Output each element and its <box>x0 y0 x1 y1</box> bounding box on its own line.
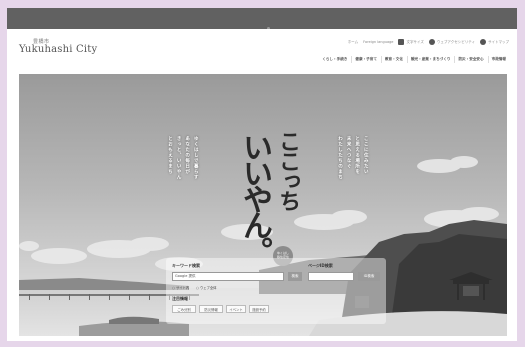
utility-links: ホーム Foreign language 文字サイズ ウェブアクセシビリティ サ… <box>348 39 509 45</box>
hero-copy-left: ゆくはしで暮らす あなたの毎日が きっと、いいやん とおもえるまち <box>165 136 199 206</box>
nav-item-education[interactable]: 教育・文化 <box>380 56 406 63</box>
radio-web-search[interactable]: ○ ウェブ全体 <box>196 285 216 290</box>
accessibility-icon <box>398 39 405 45</box>
search-panel: キーワード検索 Google 提供 検索 ページID検索 ID検索 ○ サイト内… <box>166 258 386 324</box>
keyword-search-input[interactable]: Google 提供 <box>172 272 284 281</box>
utility-link-foreign[interactable]: Foreign language <box>363 40 393 44</box>
utility-link-home[interactable]: ホーム <box>348 40 358 45</box>
global-nav: くらし・手続き 健康・子育て 教育・文化 観光・産業・まちづくり 防災・安全安心… <box>319 56 509 63</box>
page-id-search-label: ページID検索 <box>308 263 333 268</box>
utility-accessibility[interactable]: ウェブアクセシビリティ <box>428 39 475 45</box>
page-id-search-button[interactable]: ID検索 <box>358 272 380 281</box>
catch-line-1: ここっち <box>275 130 301 210</box>
hero-copy-right-line: ここに住みたい <box>363 136 369 175</box>
hero-copy-left-line: とおもえるまち <box>167 136 173 175</box>
hero-copy-right-line: わたしたちのまち <box>337 136 343 180</box>
page-id-input[interactable] <box>308 272 354 281</box>
popular-tag[interactable]: 施設予約 <box>249 305 269 313</box>
hero-copy-left-line: あなたの毎日が <box>184 136 190 175</box>
hero-copy-right: ここに住みたい と思える場所を 未来へつなぐ わたしたちのまち <box>335 136 369 206</box>
popular-info-label: 注目情報 <box>172 296 188 301</box>
catch-line-2: いいやん。 <box>237 132 272 262</box>
nav-item-health[interactable]: 健康・子育て <box>351 56 380 63</box>
hero-image: ゆくはしで暮らす あなたの毎日が きっと、いいやん とおもえるまち ここっち い… <box>19 74 507 336</box>
radio-web-label: ウェブ全体 <box>199 286 217 290</box>
hero-copy-left-line: ゆくはしで暮らす <box>193 136 199 180</box>
utility-sitemap[interactable]: サイトマップ <box>480 39 509 45</box>
keyword-search-label: キーワード検索 <box>172 263 200 268</box>
logo-english: Yukuhashi City <box>19 44 98 55</box>
globe-icon <box>428 39 435 45</box>
popular-tag[interactable]: 防災情報 <box>199 305 223 313</box>
site-header: 豊橋市 Yukuhashi City ホーム Foreign language … <box>7 29 517 74</box>
radio-site-search[interactable]: ○ サイト内 <box>172 285 189 290</box>
browser-topbar <box>7 8 517 30</box>
nav-item-tourism[interactable]: 観光・産業・まちづくり <box>406 56 454 63</box>
nav-item-living[interactable]: くらし・手続き <box>319 56 350 63</box>
utility-font-size-label: 文字サイズ <box>406 39 424 44</box>
sitemap-icon <box>480 39 486 45</box>
utility-accessibility-label: ウェブアクセシビリティ <box>436 39 475 44</box>
nav-item-safety[interactable]: 防災・安全安心 <box>454 56 486 63</box>
browser-frame: 豊橋市 Yukuhashi City ホーム Foreign language … <box>7 8 517 341</box>
radio-site-label: サイト内 <box>175 286 190 290</box>
hero-catchphrase: ここっち いいやん。 <box>224 126 304 262</box>
keyword-search-button[interactable]: 検索 <box>288 272 302 281</box>
utility-sitemap-label: サイトマップ <box>488 39 509 44</box>
popular-tag[interactable]: イベント <box>226 305 246 313</box>
nav-item-city[interactable]: 市政情報 <box>487 56 509 63</box>
utility-font-size[interactable]: 文字サイズ <box>398 39 424 45</box>
hero-copy-right-line: と思える場所を <box>354 136 360 175</box>
popular-tag[interactable]: ごみ分別 <box>172 305 196 313</box>
hero-copy-left-line: きっと、いいやん <box>176 136 182 180</box>
hero-copy-right-line: 未来へつなぐ <box>346 136 352 169</box>
